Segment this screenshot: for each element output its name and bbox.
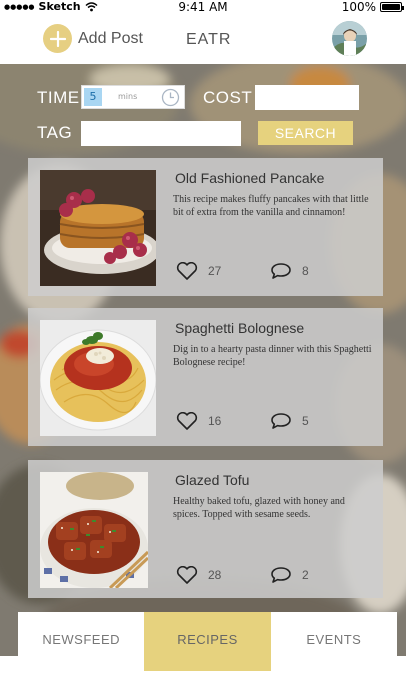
comment-count-value: 5 (302, 414, 309, 428)
status-bar: ●●●●● Sketch 9:41 AM 100% (0, 0, 406, 14)
like-count[interactable]: 28 (176, 566, 221, 584)
comment-count[interactable]: 8 (270, 262, 309, 280)
recipe-description: Healthy baked tofu, glazed with honey an… (173, 496, 345, 520)
add-post-button[interactable]: Add Post (43, 24, 143, 53)
search-form: TIME 5 mins COST TAG SEARCH (0, 64, 406, 154)
recipe-title[interactable]: Spaghetti Bolognese (175, 320, 304, 336)
comment-count-value: 2 (302, 568, 309, 582)
comment-count[interactable]: 2 (270, 566, 309, 584)
tofu-image[interactable] (40, 472, 148, 588)
clock-icon (161, 88, 180, 107)
comment-count-value: 8 (302, 264, 309, 278)
comment-count[interactable]: 5 (270, 412, 309, 430)
cost-label: COST (203, 88, 253, 107)
recipe-description: Dig in to a hearty pasta dinner with thi… (173, 344, 372, 368)
recipe-description: This recipe makes fluffy pancakes with t… (173, 194, 369, 218)
battery-percent: 100% (341, 0, 376, 14)
heart-icon (176, 262, 198, 280)
heart-icon (176, 412, 198, 430)
heart-icon (176, 566, 198, 584)
tag-label: TAG (37, 123, 73, 142)
comment-icon (271, 413, 291, 429)
comment-icon (271, 263, 291, 279)
like-count-value: 27 (208, 264, 222, 278)
time-input[interactable]: 5 mins (81, 85, 185, 109)
add-post-label: Add Post (78, 29, 143, 47)
search-button[interactable]: SEARCH (258, 121, 353, 145)
tab-recipes[interactable]: RECIPES (144, 612, 271, 671)
recipe-title[interactable]: Old Fashioned Pancake (175, 170, 324, 186)
avatar[interactable] (332, 21, 367, 56)
like-count-value: 16 (208, 414, 222, 428)
pancake-image[interactable] (40, 170, 156, 286)
recipe-card[interactable]: Old Fashioned Pancake This recipe makes … (28, 158, 383, 296)
app-header: Add Post EATR (0, 14, 406, 64)
time-value: 5 (84, 88, 102, 106)
tab-newsfeed[interactable]: NEWSFEED (18, 612, 144, 671)
spaghetti-image[interactable] (40, 320, 156, 436)
tag-input[interactable] (81, 121, 241, 146)
plus-icon (43, 24, 72, 53)
time-label: TIME (37, 88, 80, 107)
recipe-title[interactable]: Glazed Tofu (175, 472, 249, 488)
status-right: 100% (341, 0, 404, 14)
comment-icon (271, 567, 291, 583)
tab-bar: NEWSFEED RECIPES EVENTS (18, 612, 397, 671)
cost-input[interactable] (255, 85, 359, 110)
like-count[interactable]: 16 (176, 412, 221, 430)
battery-icon (380, 2, 404, 12)
app-title: EATR (186, 31, 232, 48)
tab-events[interactable]: EVENTS (271, 612, 397, 671)
like-count-value: 28 (208, 568, 222, 582)
time-unit: mins (118, 92, 138, 101)
battery-level (382, 4, 400, 10)
recipe-card[interactable]: Spaghetti Bolognese Dig in to a hearty p… (28, 308, 383, 446)
recipe-card[interactable]: Glazed Tofu Healthy baked tofu, glazed w… (28, 460, 383, 598)
like-count[interactable]: 27 (176, 262, 221, 280)
